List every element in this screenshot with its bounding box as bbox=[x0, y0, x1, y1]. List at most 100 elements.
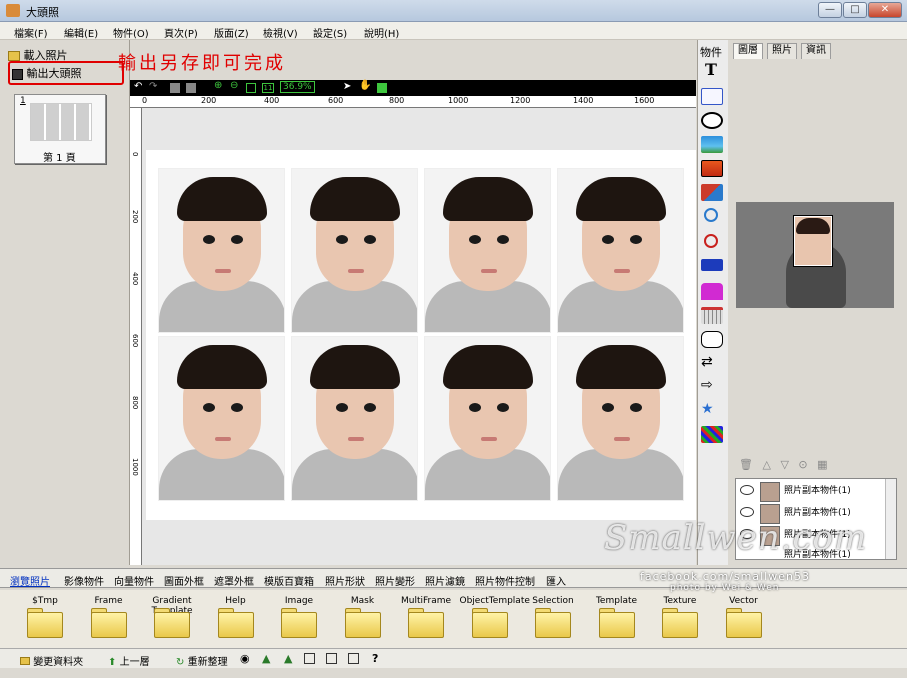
id-photo[interactable] bbox=[158, 168, 285, 333]
folder-label: Vector bbox=[729, 596, 758, 606]
zoom-in-icon[interactable]: ⊕ bbox=[214, 80, 222, 91]
maximize-button[interactable]: □ bbox=[843, 2, 867, 18]
lock-icon[interactable]: ⊙ bbox=[798, 458, 807, 471]
id-photo[interactable] bbox=[557, 168, 684, 333]
move-down-icon[interactable]: ▽ bbox=[780, 458, 788, 471]
folder-item[interactable]: Image bbox=[269, 594, 329, 644]
tab-photo-warp[interactable]: 照片變形 bbox=[375, 573, 415, 588]
menu-edit[interactable]: 編輯(E) bbox=[64, 25, 98, 40]
eye-icon[interactable] bbox=[740, 485, 754, 495]
menu-object[interactable]: 物件(O) bbox=[113, 25, 149, 40]
id-photo[interactable] bbox=[291, 168, 418, 333]
folder-item[interactable]: Vector bbox=[714, 594, 774, 644]
move-up-icon[interactable]: △ bbox=[762, 458, 770, 471]
page-thumbnail[interactable]: 1 第 1 頁 bbox=[14, 94, 106, 164]
id-photo[interactable] bbox=[158, 336, 285, 501]
fit-icon[interactable] bbox=[246, 83, 256, 93]
id-photo[interactable] bbox=[557, 336, 684, 501]
star-icon[interactable]: ★ bbox=[701, 402, 723, 419]
change-folder-button[interactable]: 變更資料夾 bbox=[20, 653, 83, 668]
folder-item[interactable]: $Tmp bbox=[15, 594, 75, 644]
folder-item[interactable]: Frame bbox=[79, 594, 139, 644]
tab-browse-photos[interactable]: 瀏覽照片 bbox=[10, 573, 50, 588]
folder-item[interactable]: Texture bbox=[650, 594, 710, 644]
redo-icon[interactable]: ↷ bbox=[149, 81, 157, 92]
layer-item[interactable]: 照片副本物件(1) bbox=[738, 481, 883, 503]
add-icon[interactable] bbox=[377, 83, 387, 93]
change-folder-label: 變更資料夾 bbox=[33, 657, 84, 668]
select-arrow-icon[interactable]: ➤ bbox=[343, 81, 351, 92]
copy-icon[interactable] bbox=[170, 83, 180, 93]
double-arrow-icon[interactable]: ⇄ bbox=[701, 355, 723, 372]
folder-item[interactable]: Mask bbox=[333, 594, 393, 644]
menu-page[interactable]: 頁次(P) bbox=[164, 25, 198, 40]
folder-item[interactable]: ObjectTemplate bbox=[460, 594, 530, 644]
undo-icon[interactable]: ↶ bbox=[134, 81, 142, 92]
arrow-icon[interactable]: ⇨ bbox=[701, 378, 723, 395]
tab-photo-filter[interactable]: 照片濾鏡 bbox=[425, 573, 465, 588]
view-icon[interactable]: ◉ bbox=[240, 652, 250, 665]
close-button[interactable]: ✕ bbox=[868, 2, 902, 18]
menu-layout[interactable]: 版面(Z) bbox=[214, 25, 249, 40]
sort-desc-icon[interactable]: ▲ bbox=[284, 652, 292, 665]
tab-picture-frames[interactable]: 圖面外框 bbox=[164, 573, 204, 588]
up-level-button[interactable]: ⬆ 上一層 bbox=[108, 653, 150, 668]
help-button[interactable]: ? bbox=[372, 652, 378, 665]
zoom-out-icon[interactable]: ⊖ bbox=[230, 80, 238, 91]
eye-icon[interactable] bbox=[740, 507, 754, 517]
actual-size-icon[interactable]: 11 bbox=[262, 83, 274, 93]
id-photo[interactable] bbox=[424, 336, 551, 501]
tab-template-box[interactable]: 模版百寶箱 bbox=[264, 573, 314, 588]
photo-frame-icon[interactable] bbox=[701, 160, 723, 177]
tab-mask-frames[interactable]: 遮罩外框 bbox=[214, 573, 254, 588]
clock-icon[interactable] bbox=[704, 234, 718, 248]
trash-icon[interactable]: 🗑 bbox=[739, 458, 753, 471]
folder-item[interactable]: Help bbox=[206, 594, 266, 644]
layer-preview[interactable] bbox=[736, 202, 894, 308]
refresh-button[interactable]: ↻ 重新整理 bbox=[176, 653, 228, 668]
tab-vector-objects[interactable]: 向量物件 bbox=[114, 573, 154, 588]
detail-view-icon[interactable] bbox=[326, 653, 337, 664]
group-icon[interactable]: ▦ bbox=[817, 458, 827, 471]
folder-item[interactable]: Selection bbox=[523, 594, 583, 644]
circle-text-icon[interactable] bbox=[701, 112, 723, 129]
menu-file[interactable]: 檔案(F) bbox=[14, 25, 48, 40]
tab-import[interactable]: 匯入 bbox=[546, 573, 566, 588]
tab-photo[interactable]: 照片 bbox=[767, 43, 797, 59]
image-icon[interactable] bbox=[701, 136, 723, 153]
folder-item[interactable]: MultiFrame bbox=[396, 594, 456, 644]
id-photo[interactable] bbox=[291, 336, 418, 501]
ruler-h-tick: 200 bbox=[201, 96, 217, 105]
text-tool-icon[interactable]: T bbox=[705, 60, 717, 79]
speech-bubble-icon[interactable] bbox=[701, 331, 723, 348]
menu-view[interactable]: 檢視(V) bbox=[263, 25, 298, 40]
magnifier-icon[interactable] bbox=[704, 208, 718, 222]
exif-icon[interactable] bbox=[701, 259, 723, 271]
birthday-cake-icon[interactable] bbox=[701, 283, 723, 300]
menu-help[interactable]: 說明(H) bbox=[364, 25, 399, 40]
tab-info[interactable]: 資訊 bbox=[801, 43, 831, 59]
menu-settings[interactable]: 設定(S) bbox=[313, 25, 347, 40]
hand-icon[interactable]: ✋ bbox=[359, 80, 371, 91]
hair bbox=[177, 345, 267, 389]
tab-photo-shape[interactable]: 照片形狀 bbox=[325, 573, 365, 588]
calendar-icon[interactable] bbox=[701, 307, 723, 324]
paste-icon[interactable] bbox=[186, 83, 196, 93]
minimize-button[interactable]: — bbox=[818, 2, 842, 18]
eye bbox=[364, 403, 376, 412]
tab-layers[interactable]: 圖層 bbox=[733, 43, 763, 59]
multi-image-icon[interactable] bbox=[701, 184, 723, 201]
label-text-icon[interactable] bbox=[701, 88, 723, 105]
list-view-icon[interactable] bbox=[304, 653, 315, 664]
app-icon bbox=[6, 4, 20, 17]
pattern-icon[interactable] bbox=[701, 426, 723, 443]
thumb-view-icon[interactable] bbox=[348, 653, 359, 664]
tab-image-objects[interactable]: 影像物件 bbox=[64, 573, 104, 588]
folder-item[interactable]: Template bbox=[587, 594, 647, 644]
folder-item[interactable]: Gradient Template bbox=[142, 594, 202, 644]
tab-photo-object-control[interactable]: 照片物件控制 bbox=[475, 573, 535, 588]
photo-sheet[interactable] bbox=[146, 150, 696, 520]
layer-scrollbar[interactable] bbox=[885, 479, 896, 559]
sort-asc-icon[interactable]: ▲ bbox=[262, 652, 270, 665]
id-photo[interactable] bbox=[424, 168, 551, 333]
